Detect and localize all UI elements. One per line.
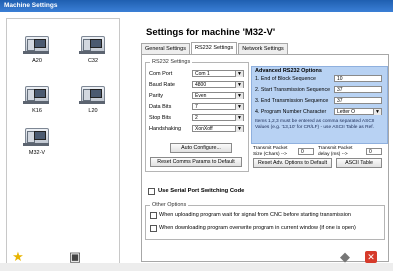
machine-label: C32 xyxy=(87,58,99,64)
overwrite-program-checkbox[interactable] xyxy=(150,225,157,232)
select-value: Even xyxy=(195,93,207,99)
machine-icon xyxy=(22,124,52,146)
adv-label: 4. Program Number Character xyxy=(255,109,327,115)
chevron-down-icon: ▼ xyxy=(235,115,243,121)
chevron-down-icon: ▼ xyxy=(235,104,243,110)
parity-select[interactable]: Even ▼ xyxy=(192,92,244,99)
machine-icon xyxy=(22,82,52,104)
reset-comms-button[interactable]: Reset Comms Params to Default xyxy=(150,157,242,167)
close-icon[interactable]: ✕ xyxy=(365,251,377,263)
select-value: 4800 xyxy=(195,82,207,88)
machine-label: M32-V xyxy=(14,150,60,156)
end-of-block-input[interactable]: 10 xyxy=(334,75,382,82)
chevron-down-icon: ▼ xyxy=(235,93,243,99)
chevron-down-icon: ▼ xyxy=(235,71,243,77)
chevron-down-icon: ▼ xyxy=(235,126,243,132)
adv-label: 3. End Transmission Sequence xyxy=(255,98,329,104)
ascii-note: Items 1,2,3 must be entered as comma sep… xyxy=(255,119,375,130)
field-label: Data Bits xyxy=(149,104,172,110)
window-title: Machine Settings xyxy=(0,0,393,12)
start-transmission-input[interactable]: 37 xyxy=(334,86,382,93)
machine-label: L20 xyxy=(88,108,98,114)
field-label: Com Port xyxy=(149,71,173,77)
select-value: Com 1 xyxy=(195,71,210,77)
machine-label: A20 xyxy=(32,58,42,64)
advanced-options-panel: Advanced RS232 Options 1. End of Block S… xyxy=(251,66,388,144)
advanced-title: Advanced RS232 Options xyxy=(255,68,322,74)
chevron-down-icon: ▼ xyxy=(235,82,243,88)
bottom-toolbar xyxy=(0,263,393,271)
program-number-select[interactable]: Letter O ▼ xyxy=(334,108,382,115)
data-bits-select[interactable]: 7 ▼ xyxy=(192,103,244,110)
stop-bits-select[interactable]: 2 ▼ xyxy=(192,114,244,121)
machine-icon xyxy=(78,82,108,104)
packet-delay-input[interactable]: 0 xyxy=(366,148,382,155)
machine-item-l20[interactable]: L20 xyxy=(70,82,116,114)
packet-delay-label: Transmit Packet delay (ms) --> xyxy=(318,146,353,157)
com-port-select[interactable]: Com 1 ▼ xyxy=(192,70,244,77)
adv-label: 1. End of Block Sequence xyxy=(255,76,316,82)
page-title: Settings for machine 'M32-V' xyxy=(146,27,276,38)
select-value: 2 xyxy=(195,115,198,121)
ascii-table-button[interactable]: ASCII Table xyxy=(336,158,382,168)
field-label: Parity xyxy=(149,93,164,99)
select-value: 7 xyxy=(195,104,198,110)
tab-network[interactable]: Network Settings xyxy=(238,43,288,54)
star-icon[interactable]: ★ xyxy=(9,249,27,265)
handshaking-select[interactable]: XonXoff ▼ xyxy=(192,125,244,132)
packet-size-label: Transmit Packet Size (Chars) --> xyxy=(253,146,288,157)
adv-label: 2. Start Transmission Sequence xyxy=(255,87,331,93)
machine-item-c32[interactable]: C32 xyxy=(70,32,116,64)
tab-bar: General Settings RS232 Settings Network … xyxy=(141,42,289,55)
chevron-down-icon: ▼ xyxy=(373,109,381,115)
serial-switching-checkbox[interactable] xyxy=(148,188,155,195)
field-label: Stop Bits xyxy=(149,115,172,121)
wait-for-signal-label: When uploading program wait for signal f… xyxy=(159,212,351,218)
wait-for-signal-checkbox[interactable] xyxy=(150,212,157,219)
select-value: XonXoff xyxy=(195,126,213,132)
machine-icon[interactable]: ▣ xyxy=(66,249,84,265)
auto-configure-button[interactable]: Auto Configure... xyxy=(170,143,232,153)
machine-icon xyxy=(78,32,108,54)
baud-rate-select[interactable]: 4800 ▼ xyxy=(192,81,244,88)
field-label: Handshaking xyxy=(149,126,182,132)
select-value: Letter O xyxy=(337,109,356,115)
reset-advanced-button[interactable]: Reset Adv. Options to Default xyxy=(253,158,332,168)
serial-switching-label: Use Serial Port Switching Code xyxy=(158,188,245,194)
machine-icon xyxy=(22,32,52,54)
diamond-icon[interactable]: ◆ xyxy=(336,249,354,265)
group-label: Other Options xyxy=(150,202,189,208)
other-options-group: Other Options xyxy=(145,202,385,240)
tab-general[interactable]: General Settings xyxy=(141,43,190,54)
machine-item-m32v[interactable]: M32-V xyxy=(14,124,60,156)
machine-label: K16 xyxy=(32,108,42,114)
field-label: Baud Rate xyxy=(149,82,175,88)
group-label: RS232 Settings xyxy=(150,59,193,65)
packet-size-input[interactable]: 0 xyxy=(298,148,314,155)
machine-item-a20[interactable]: A20 xyxy=(14,32,60,64)
end-transmission-input[interactable]: 37 xyxy=(334,97,382,104)
machine-item-k16[interactable]: K16 xyxy=(14,82,60,114)
overwrite-program-label: When downloading program overwrite progr… xyxy=(159,225,356,231)
